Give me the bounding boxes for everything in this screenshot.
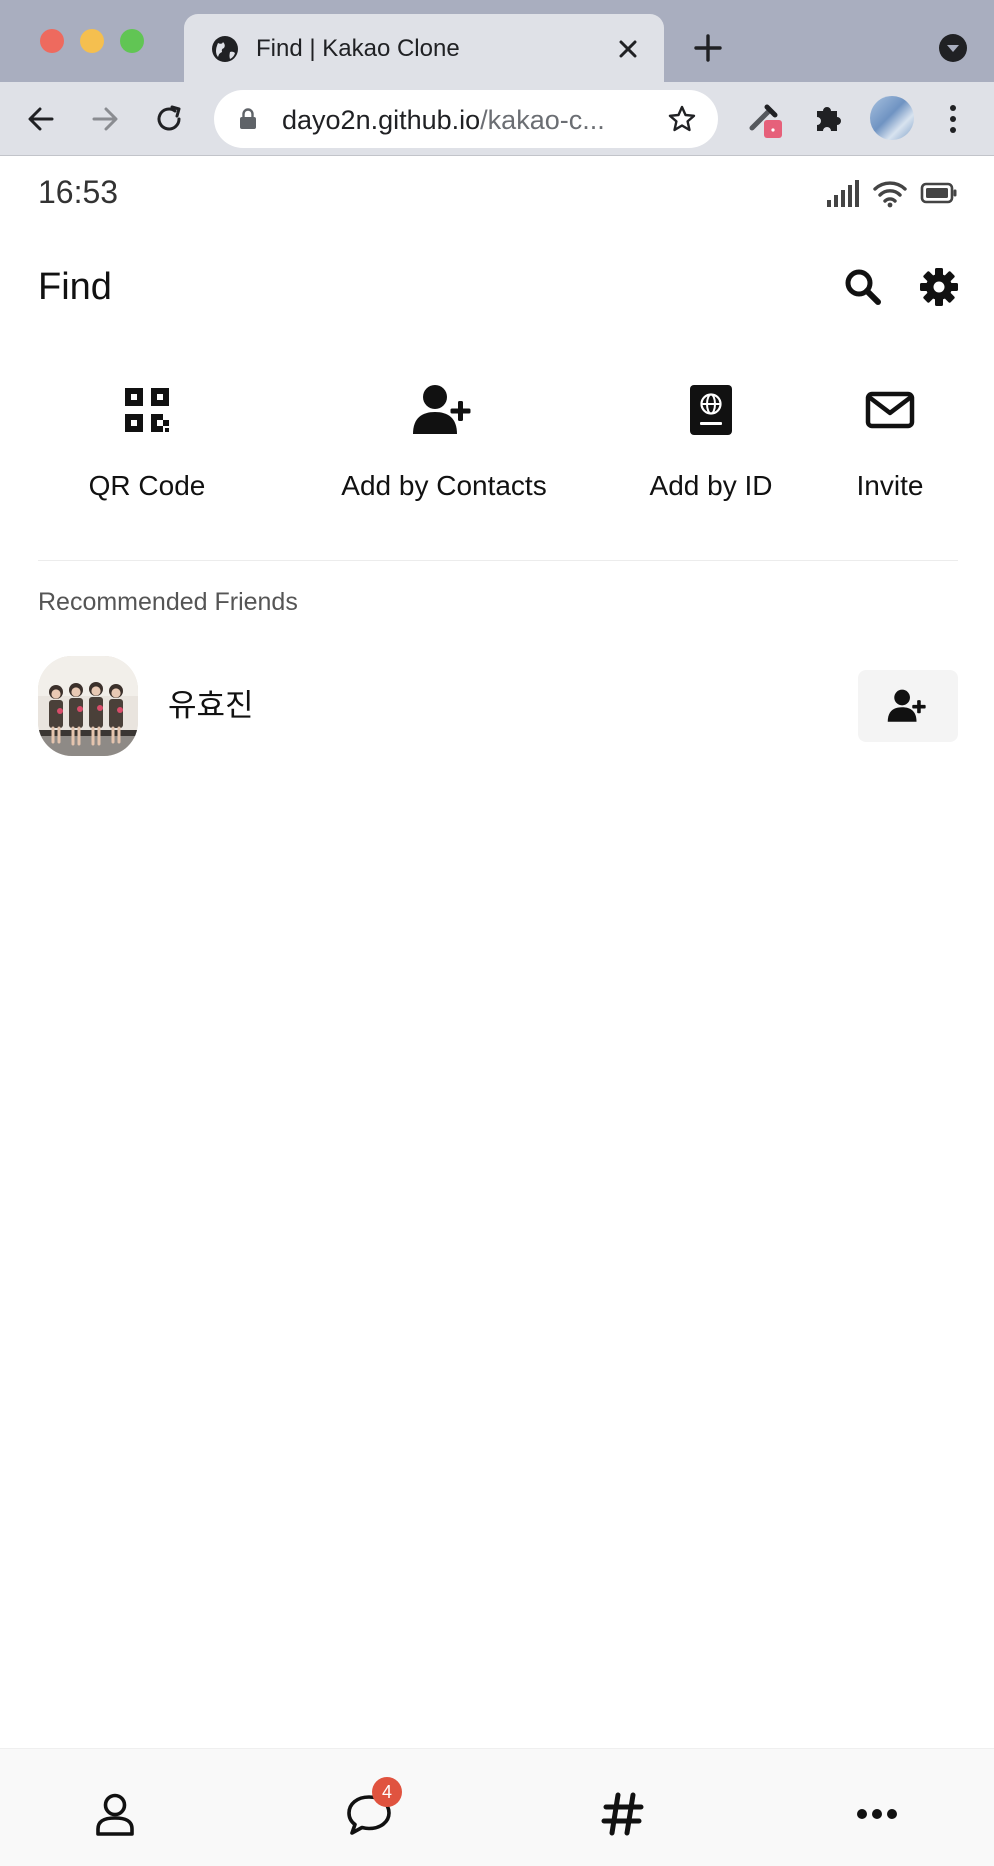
add-by-id-label: Add by ID <box>649 470 773 501</box>
passport-icon <box>690 385 732 435</box>
url-text: dayo2n.github.io/kakao-c... <box>282 105 605 135</box>
bottom-tab-bar: 4 <box>0 1748 994 1866</box>
section-divider <box>38 560 958 561</box>
user-plus-icon <box>887 689 926 722</box>
window-minimize-button[interactable] <box>80 29 104 53</box>
profile-avatar[interactable] <box>870 96 914 140</box>
wifi-icon <box>873 181 907 208</box>
window-close-button[interactable] <box>40 29 64 53</box>
extensions-puzzle-icon[interactable] <box>808 98 848 138</box>
add-by-id-button[interactable]: Add by ID <box>598 374 824 524</box>
lock-icon[interactable] <box>236 107 260 131</box>
cellular-signal-icon <box>827 180 859 207</box>
page-header: Find <box>0 250 994 326</box>
ellipsis-icon[interactable] <box>852 1789 902 1839</box>
add-friend-button[interactable] <box>858 670 958 742</box>
battery-icon <box>920 182 957 204</box>
status-time: 16:53 <box>38 174 119 210</box>
gear-icon[interactable] <box>918 266 960 308</box>
find-actions: QR Code Add by Contacts Add by ID Invite <box>38 374 958 524</box>
globe-icon <box>212 36 238 62</box>
group-photo-image <box>38 656 138 756</box>
qr-code-icon <box>125 388 169 432</box>
hashtag-icon[interactable] <box>598 1789 648 1839</box>
search-icon[interactable] <box>842 266 884 308</box>
new-tab-plus-icon[interactable] <box>690 30 726 66</box>
add-by-contacts-button[interactable]: Add by Contacts <box>276 374 612 524</box>
reload-icon[interactable] <box>150 100 188 138</box>
close-icon[interactable] <box>612 33 644 65</box>
unread-chats-badge: 4 <box>372 1777 402 1807</box>
forward-arrow-icon[interactable] <box>86 100 124 138</box>
invite-label: Invite <box>856 470 924 501</box>
status-icons <box>826 178 958 208</box>
tab-title: Find | Kakao Clone <box>256 35 460 62</box>
add-by-contacts-label: Add by Contacts <box>341 470 547 501</box>
window-zoom-button[interactable] <box>120 29 144 53</box>
browser-menu-icon[interactable] <box>940 100 966 138</box>
page-title: Find <box>38 266 112 308</box>
eyedropper-extension-icon[interactable] <box>744 98 784 138</box>
tab-search-dropdown-icon[interactable] <box>938 33 968 63</box>
friend-avatar[interactable] <box>38 656 138 756</box>
envelope-icon <box>865 391 915 429</box>
user-plus-icon <box>413 385 471 434</box>
recommended-friends-heading: Recommended Friends <box>38 588 298 616</box>
qr-code-label: QR Code <box>88 470 206 501</box>
friend-list-item[interactable]: 유효진 <box>38 656 958 756</box>
browser-toolbar: dayo2n.github.io/kakao-c... <box>0 82 994 156</box>
friend-name: 유효진 <box>168 688 254 724</box>
browser-tab-strip: Find | Kakao Clone <box>0 0 994 84</box>
back-arrow-icon[interactable] <box>22 100 60 138</box>
person-icon[interactable] <box>90 1789 140 1839</box>
bookmark-star-icon[interactable] <box>666 103 698 135</box>
invite-button[interactable]: Invite <box>822 374 958 524</box>
qr-code-button[interactable]: QR Code <box>38 374 256 524</box>
address-bar[interactable]: dayo2n.github.io/kakao-c... <box>214 90 718 148</box>
status-bar: 16:53 <box>0 156 994 230</box>
browser-tab-active[interactable]: Find | Kakao Clone <box>184 14 664 84</box>
